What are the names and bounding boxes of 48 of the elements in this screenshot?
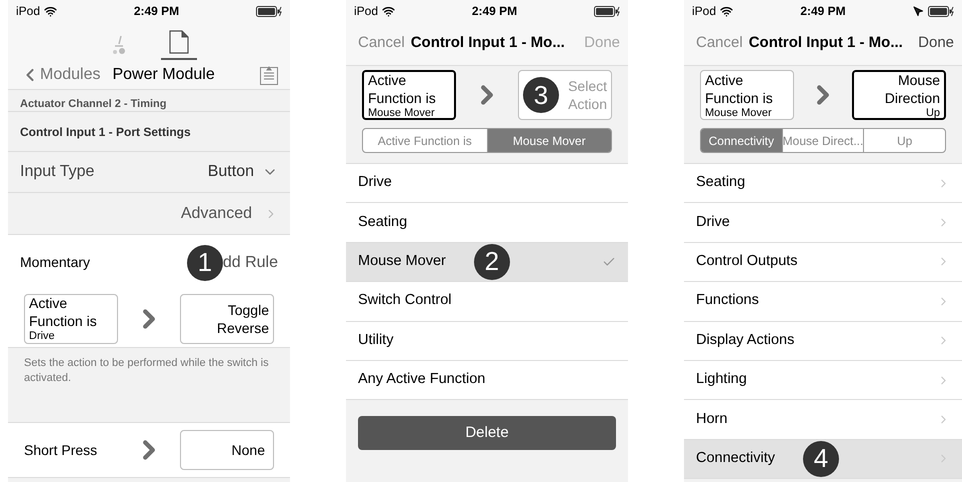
step-number-badge: 3 (523, 77, 559, 113)
row-label: Short Press (24, 440, 98, 460)
done-button[interactable]: Done (918, 32, 954, 55)
segment-tab[interactable]: Connectivity (701, 129, 782, 152)
step-number-badge: 1 (186, 244, 223, 280)
list-item[interactable]: Mouse Mover 2 (346, 242, 628, 282)
wifi-icon (720, 4, 734, 18)
clipboard-icon[interactable] (260, 64, 278, 84)
add-rule-link[interactable]: dd Rule (222, 250, 278, 274)
segment-tab[interactable]: Mouse Mover (486, 129, 611, 152)
row-label: Momentary (20, 253, 90, 272)
list-item[interactable]: Utility (346, 322, 628, 361)
nav-title: Control Input 1 - Mo... (748, 33, 903, 54)
input-type-dropdown[interactable]: Button (208, 160, 278, 184)
status-time: 2:49 PM (800, 3, 846, 20)
battery-icon (256, 6, 282, 16)
row-label: Input Type (20, 162, 94, 182)
condition-box[interactable]: Active Function is Drive (24, 294, 118, 344)
nav-title: Control Input 1 - Mo... (410, 33, 565, 54)
wifi-icon (44, 4, 58, 18)
segment-tab[interactable]: Mouse Direct... (782, 129, 864, 152)
condition-box[interactable]: Active Function is Mouse Mover (700, 70, 794, 120)
battery-icon (594, 6, 620, 16)
nav-title: Power Module (112, 64, 215, 84)
action-box[interactable]: Toggle Reverse (180, 294, 274, 344)
action-box[interactable]: Mouse Direction Up (852, 70, 946, 120)
wifi-icon (382, 4, 396, 18)
action-box[interactable]: 3 Select Action (518, 70, 612, 120)
step-number-badge: 4 (802, 440, 839, 477)
segment-tab[interactable]: Active Function is (363, 129, 486, 152)
section-header: Control Input 1 - Port Settings (20, 124, 191, 140)
status-time: 2:49 PM (134, 3, 180, 20)
device-name: iPod (16, 3, 40, 20)
device-name: iPod (692, 3, 716, 20)
segment-tab[interactable]: Up (863, 129, 945, 152)
list-item[interactable]: Display Actions (684, 322, 962, 361)
list-item[interactable]: Connectivity 4 (684, 440, 962, 480)
action-box[interactable]: None (180, 430, 274, 470)
status-time: 2:49 PM (472, 3, 518, 20)
back-button[interactable]: Modules (20, 62, 100, 86)
wheelchair-icon (111, 34, 127, 56)
delete-button[interactable]: Delete (358, 416, 616, 450)
condition-box[interactable]: Active Function is Mouse Mover (362, 70, 456, 120)
battery-icon (928, 6, 954, 16)
step-number-badge: 2 (474, 244, 510, 280)
device-name: iPod (354, 3, 378, 20)
partial-row-title: Actuator Channel 2 - Timing (20, 97, 166, 111)
document-icon (169, 30, 189, 54)
